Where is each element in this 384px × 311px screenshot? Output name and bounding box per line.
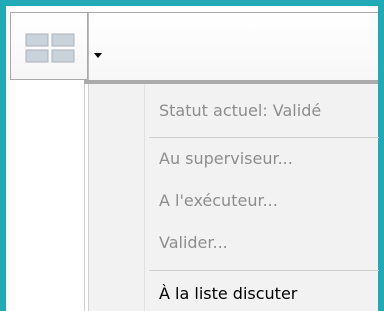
toolbar	[6, 6, 378, 82]
menu-item-validate[interactable]: Valider...	[159, 233, 228, 252]
menu-item-current-status: Statut actuel: Validé	[159, 101, 322, 120]
chevron-down-icon	[94, 53, 102, 58]
menu-item-to-supervisor[interactable]: Au superviseur...	[159, 149, 293, 168]
view-toggle-button[interactable]	[10, 12, 88, 80]
menu-icon-gutter	[89, 84, 145, 311]
menu-item-to-executor[interactable]: A l'exécuteur...	[159, 191, 278, 210]
grid-view-icon	[25, 33, 75, 63]
menu-separator	[149, 137, 379, 138]
context-menu: Statut actuel: Validé Au superviseur... …	[88, 84, 379, 311]
left-panel-border	[84, 84, 85, 311]
view-dropdown-button[interactable]	[88, 12, 378, 81]
left-panel	[6, 84, 84, 311]
menu-item-to-discussion-list[interactable]: À la liste discuter	[159, 284, 297, 303]
dropdown-divider	[88, 13, 89, 81]
menu-separator	[149, 270, 379, 271]
